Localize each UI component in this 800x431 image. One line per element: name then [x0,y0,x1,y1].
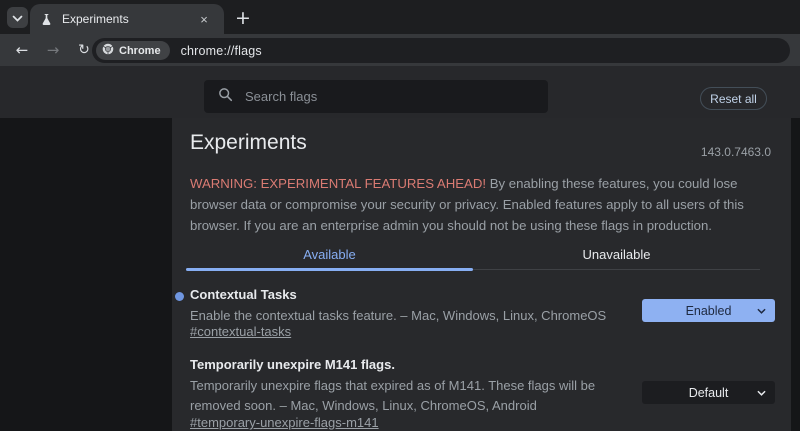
back-button[interactable]: ← [9,37,35,63]
tab-unavailable[interactable]: Unavailable [473,244,760,269]
warning-text: WARNING: EXPERIMENTAL FEATURES AHEAD! By… [190,173,780,236]
flag-permalink[interactable]: #contextual-tasks [190,324,291,339]
new-tab-button[interactable]: + [230,5,256,31]
browser-window: Experiments × + ← → ↻ [0,0,800,431]
chrome-logo-icon [102,42,114,60]
chevron-down-icon [757,308,766,314]
tab-close-button[interactable]: × [196,11,212,27]
version-label: 143.0.7463.0 [701,145,771,159]
chrome-site-chip[interactable]: Chrome [96,41,170,60]
back-arrow-icon: ← [16,41,29,59]
modified-flag-dot [175,292,184,301]
reset-all-button[interactable]: Reset all [700,87,767,110]
page-title: Experiments [190,131,307,155]
chevron-down-icon [757,390,766,396]
flask-icon [40,13,53,26]
browser-tab[interactable]: Experiments × [30,4,224,34]
reload-icon: ↻ [78,42,90,58]
close-icon: × [200,12,208,27]
selected-value: Enabled [686,304,732,318]
flags-header-band: Reset all [0,66,800,118]
tab-search-button[interactable] [7,7,28,28]
forward-button[interactable]: → [40,37,66,63]
active-tab-indicator [186,268,473,271]
flag-value-select[interactable]: Default [642,381,775,404]
forward-arrow-icon: → [47,41,60,59]
tab-title: Experiments [62,12,196,26]
search-box [204,80,548,113]
search-flags-input[interactable] [245,89,495,104]
browser-toolbar: ← → ↻ Chrome chrome://flags [0,34,800,66]
flag-permalink[interactable]: #temporary-unexpire-flags-m141 [190,415,379,430]
flag-title: Temporarily unexpire M141 flags. [190,357,395,372]
flag-title: Contextual Tasks [190,287,297,302]
flag-value-select[interactable]: Enabled [642,299,775,322]
chip-label: Chrome [119,45,161,57]
tab-available[interactable]: Available [186,244,473,269]
flags-tab-bar: Available Unavailable [186,244,760,270]
selected-value: Default [689,386,729,400]
flag-description: Temporarily unexpire flags that expired … [190,376,635,416]
address-bar[interactable]: Chrome chrome://flags [92,38,790,63]
chevron-down-icon [12,9,23,27]
warning-strong: WARNING: EXPERIMENTAL FEATURES AHEAD! [190,176,486,191]
plus-icon: + [235,7,251,29]
experiments-panel: Experiments 143.0.7463.0 WARNING: EXPERI… [172,118,791,431]
search-icon [218,87,233,107]
flag-description: Enable the contextual tasks feature. – M… [190,306,606,326]
url-text: chrome://flags [181,44,262,58]
